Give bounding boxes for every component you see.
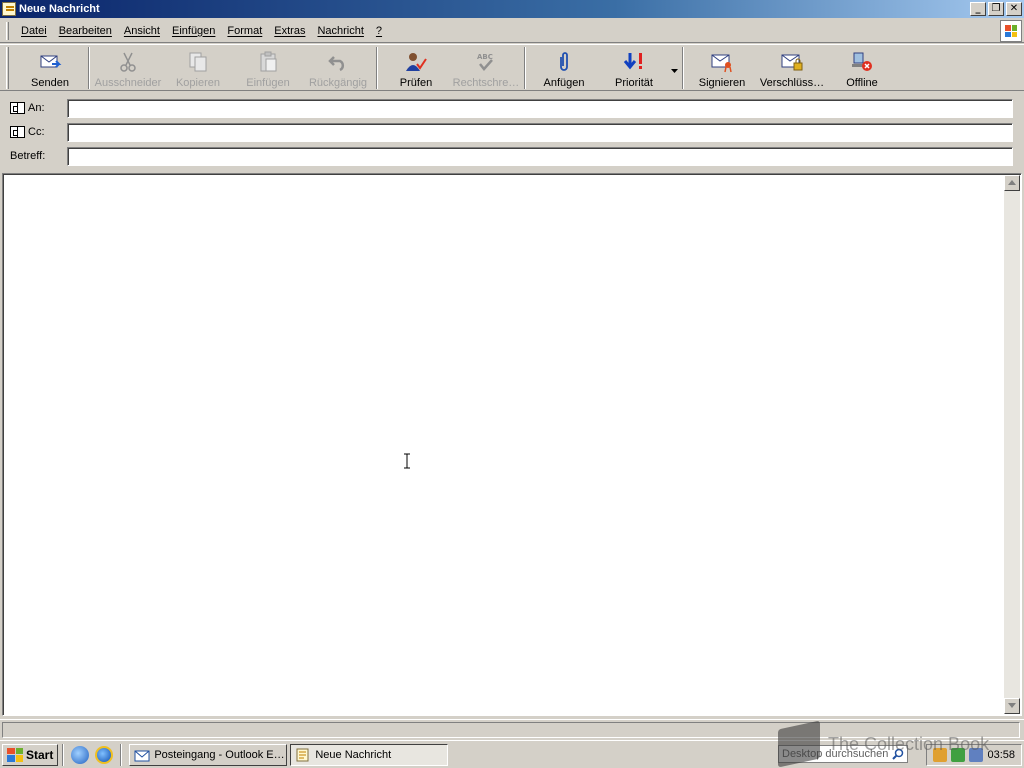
scroll-up-button[interactable] [1004,175,1020,191]
status-bar [0,719,1024,739]
menu-ansicht[interactable]: Ansicht [118,25,166,37]
undo-button[interactable]: Rückgängig [303,45,373,90]
send-button[interactable]: Senden [15,45,85,90]
toolbar-separator [524,47,526,89]
message-header-fields: An: Cc: Betreff: [0,96,1024,168]
start-button[interactable]: Start [2,743,59,766]
subject-field[interactable] [67,146,1013,166]
text-cursor-icon [403,453,411,469]
subject-label-wrap: Betreff: [10,150,45,162]
offline-icon [850,50,874,74]
to-field[interactable] [67,98,1013,118]
tray-search-icon[interactable] [969,748,984,762]
toolbar-separator [376,47,378,89]
cut-button[interactable]: Ausschneider [93,45,163,90]
menu-bar: Datei Bearbeiten Ansicht Einfügen Format… [0,19,1024,43]
new-message-icon [2,2,16,16]
task-posteingang[interactable]: Posteingang - Outlook E… [129,743,288,766]
offline-button[interactable]: Offline [827,45,897,90]
cc-row: Cc: [0,122,1024,142]
toolbar-separator [88,47,90,89]
task-neue-nachricht-label: Neue Nachricht [315,748,392,761]
priority-dropdown-arrow[interactable] [669,45,679,90]
paperclip-icon [552,50,576,74]
window-title: Neue Nachricht [19,3,100,15]
menu-einfuegen[interactable]: Einfügen [166,25,221,37]
to-label: An: [28,102,45,114]
cc-address-book-button[interactable]: Cc: [10,126,45,138]
internet-explorer-icon[interactable] [95,745,114,764]
check-names-icon [404,50,428,74]
restore-button[interactable]: ❐ [988,2,1004,16]
close-button[interactable]: ✕ [1006,2,1022,16]
status-pane [2,722,1020,738]
task-neue-nachricht[interactable]: Neue Nachricht [290,743,449,766]
tray-network-icon[interactable] [951,748,966,762]
menu-grip[interactable] [6,21,9,40]
check-names-button[interactable]: Prüfen [381,45,451,90]
menu-format[interactable]: Format [221,25,268,37]
send-icon [38,50,62,74]
scroll-down-button[interactable] [1004,698,1020,714]
menu-nachricht[interactable]: Nachricht [311,25,369,37]
paste-icon [256,50,280,74]
cc-label: Cc: [28,126,45,138]
message-body-editor[interactable] [5,176,1005,713]
toolbar-separator [682,47,684,89]
search-icon[interactable] [892,748,904,760]
outlook-express-quicklaunch-icon[interactable] [71,745,90,764]
tray-app-icon[interactable] [933,748,948,762]
minimize-button[interactable]: _ [970,2,986,16]
outlook-express-icon [134,750,150,761]
menu-bearbeiten[interactable]: Bearbeiten [53,25,118,37]
title-bar: Neue Nachricht _ ❐ ✕ [0,0,1024,18]
toolbar: Senden Ausschneider Kopieren Einfügen Rü… [0,44,1024,91]
new-message-icon [296,748,309,761]
undo-icon [326,50,350,74]
subject-label: Betreff: [10,150,46,162]
subject-row: Betreff: [0,146,1024,166]
priority-icon [622,50,646,74]
windows-flag-icon [7,747,23,762]
address-book-icon [10,102,25,114]
scissors-icon [116,50,140,74]
copy-icon [186,50,210,74]
encrypt-button[interactable]: Verschlüss… [757,45,827,90]
windows-logo-icon [1000,20,1022,42]
menu-datei[interactable]: Datei [15,25,53,37]
arrow-up-icon [1008,180,1016,185]
system-tray: 03:58 [926,744,1022,766]
taskbar-separator [62,743,65,766]
arrow-down-icon [1008,703,1016,708]
clock: 03:58 [987,749,1015,761]
sign-icon [710,50,734,74]
message-body [2,173,1022,716]
spelling-button[interactable]: ABC Rechtschre… [451,45,521,90]
taskbar: Start Posteingang - Outlook E… Neue Nach… [0,740,1024,768]
toolbar-grip[interactable] [6,47,9,89]
vertical-scrollbar[interactable] [1004,175,1020,714]
priority-button[interactable]: Priorität [599,45,669,90]
encrypt-icon [780,50,804,74]
start-label: Start [26,747,54,762]
desktop-search-field[interactable]: Desktop durchsuchen [778,745,908,763]
paste-button[interactable]: Einfügen [233,45,303,90]
to-row: An: [0,98,1024,118]
sign-button[interactable]: Signieren [687,45,757,90]
menu-help[interactable]: ? [370,25,388,37]
chevron-down-icon [670,68,678,73]
spelling-icon: ABC [474,50,498,74]
address-book-icon [10,126,25,138]
copy-button[interactable]: Kopieren [163,45,233,90]
to-address-book-button[interactable]: An: [10,102,45,114]
desktop-search-placeholder: Desktop durchsuchen [782,748,889,760]
task-posteingang-label: Posteingang - Outlook E… [154,748,285,761]
menu-extras[interactable]: Extras [268,25,311,37]
attach-button[interactable]: Anfügen [529,45,599,90]
cc-field[interactable] [67,122,1013,142]
taskbar-separator [120,743,123,766]
window-controls: _ ❐ ✕ [968,2,1022,16]
